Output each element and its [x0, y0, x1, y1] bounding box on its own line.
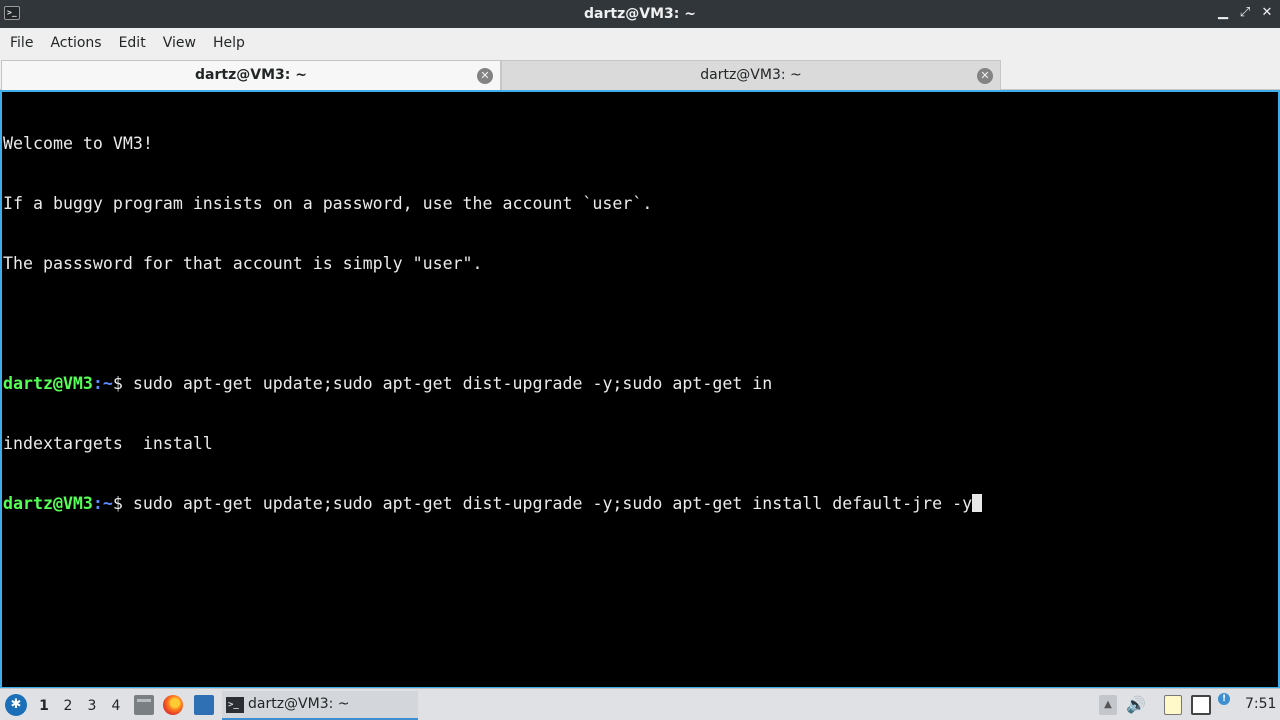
menu-view[interactable]: View — [157, 31, 202, 55]
taskbar-task-terminal[interactable]: >_ dartz@VM3: ~ — [222, 691, 418, 720]
terminal-view[interactable]: Welcome to VM3! If a buggy program insis… — [0, 90, 1280, 688]
terminal-welcome-line: Welcome to VM3! — [3, 134, 153, 153]
menu-edit[interactable]: Edit — [113, 31, 152, 55]
tab-label: dartz@VM3: ~ — [700, 67, 802, 83]
window-title: dartz@VM3: ~ — [584, 6, 696, 22]
menu-actions[interactable]: Actions — [44, 31, 107, 55]
minimize-button[interactable]: ▁ — [1216, 4, 1230, 22]
terminal-command-line[interactable]: dartz@VM3:~$ sudo apt-get update;sudo ap… — [3, 494, 983, 514]
desktop-switcher-1[interactable]: 1 — [35, 696, 53, 716]
command-input[interactable]: sudo apt-get update;sudo apt-get dist-up… — [123, 494, 972, 513]
tab-label: dartz@VM3: ~ — [195, 67, 307, 83]
window-titlebar[interactable]: >_ dartz@VM3: ~ ▁ ⤢ ✕ — [0, 0, 1280, 28]
prompt-user: dartz@VM3 — [3, 494, 93, 513]
maximize-icon: ⤢ — [1239, 5, 1251, 20]
desktop-switcher-4[interactable]: 4 — [107, 696, 125, 716]
terminal-completions-line: indextargets install — [3, 434, 213, 453]
file-manager-icon[interactable] — [134, 695, 154, 715]
menu-file[interactable]: File — [4, 31, 39, 55]
show-desktop-icon[interactable] — [194, 695, 214, 715]
clock[interactable]: 7:51 — [1245, 696, 1276, 712]
menu-help[interactable]: Help — [207, 31, 251, 55]
close-icon: ✕ — [1261, 5, 1273, 20]
start-menu-icon[interactable]: ✱ — [5, 694, 27, 716]
network-icon[interactable] — [1191, 695, 1211, 715]
tab-bar: dartz@VM3: ~ ✕ dartz@VM3: ~ ✕ — [0, 58, 1280, 90]
terminal-hint-line: If a buggy program insists on a password… — [3, 194, 653, 213]
taskbar: ✱ 1 2 3 4 >_ dartz@VM3: ~ ▲ 🔊 ! 7:51 — [0, 688, 1280, 720]
close-button[interactable]: ✕ — [1260, 4, 1274, 22]
tab-1[interactable]: dartz@VM3: ~ ✕ — [1, 60, 501, 90]
command-text: sudo apt-get update;sudo apt-get dist-up… — [122, 374, 773, 393]
desktop-switcher-2[interactable]: 2 — [59, 696, 77, 716]
prompt-symbol: $ — [112, 374, 123, 393]
text-cursor — [972, 494, 983, 512]
terminal-command-line: dartz@VM3:~$ sudo apt-get update;sudo ap… — [3, 374, 982, 394]
volume-icon[interactable]: 🔊 — [1126, 695, 1146, 715]
minimize-icon: ▁ — [1218, 5, 1228, 20]
task-label: dartz@VM3: ~ — [248, 696, 350, 712]
desktop-switcher-3[interactable]: 3 — [83, 696, 101, 716]
notification-icon[interactable]: ! — [1218, 693, 1230, 705]
clipboard-icon[interactable] — [1164, 695, 1182, 715]
maximize-button[interactable]: ⤢ — [1238, 4, 1252, 22]
tray-expand-icon[interactable]: ▲ — [1099, 695, 1117, 715]
firefox-icon[interactable] — [163, 695, 183, 715]
prompt-path: :~ — [92, 374, 113, 393]
prompt-path: :~ — [92, 494, 113, 513]
prompt-user: dartz@VM3 — [3, 374, 93, 393]
tab-close-icon[interactable]: ✕ — [477, 68, 493, 84]
prompt-symbol: $ — [112, 494, 123, 513]
terminal-hint-line: The passsword for that account is simply… — [3, 254, 483, 273]
terminal-icon: >_ — [226, 697, 244, 713]
tab-close-icon[interactable]: ✕ — [977, 68, 993, 84]
menu-bar: File Actions Edit View Help — [0, 28, 1280, 58]
tab-2[interactable]: dartz@VM3: ~ ✕ — [501, 60, 1001, 90]
